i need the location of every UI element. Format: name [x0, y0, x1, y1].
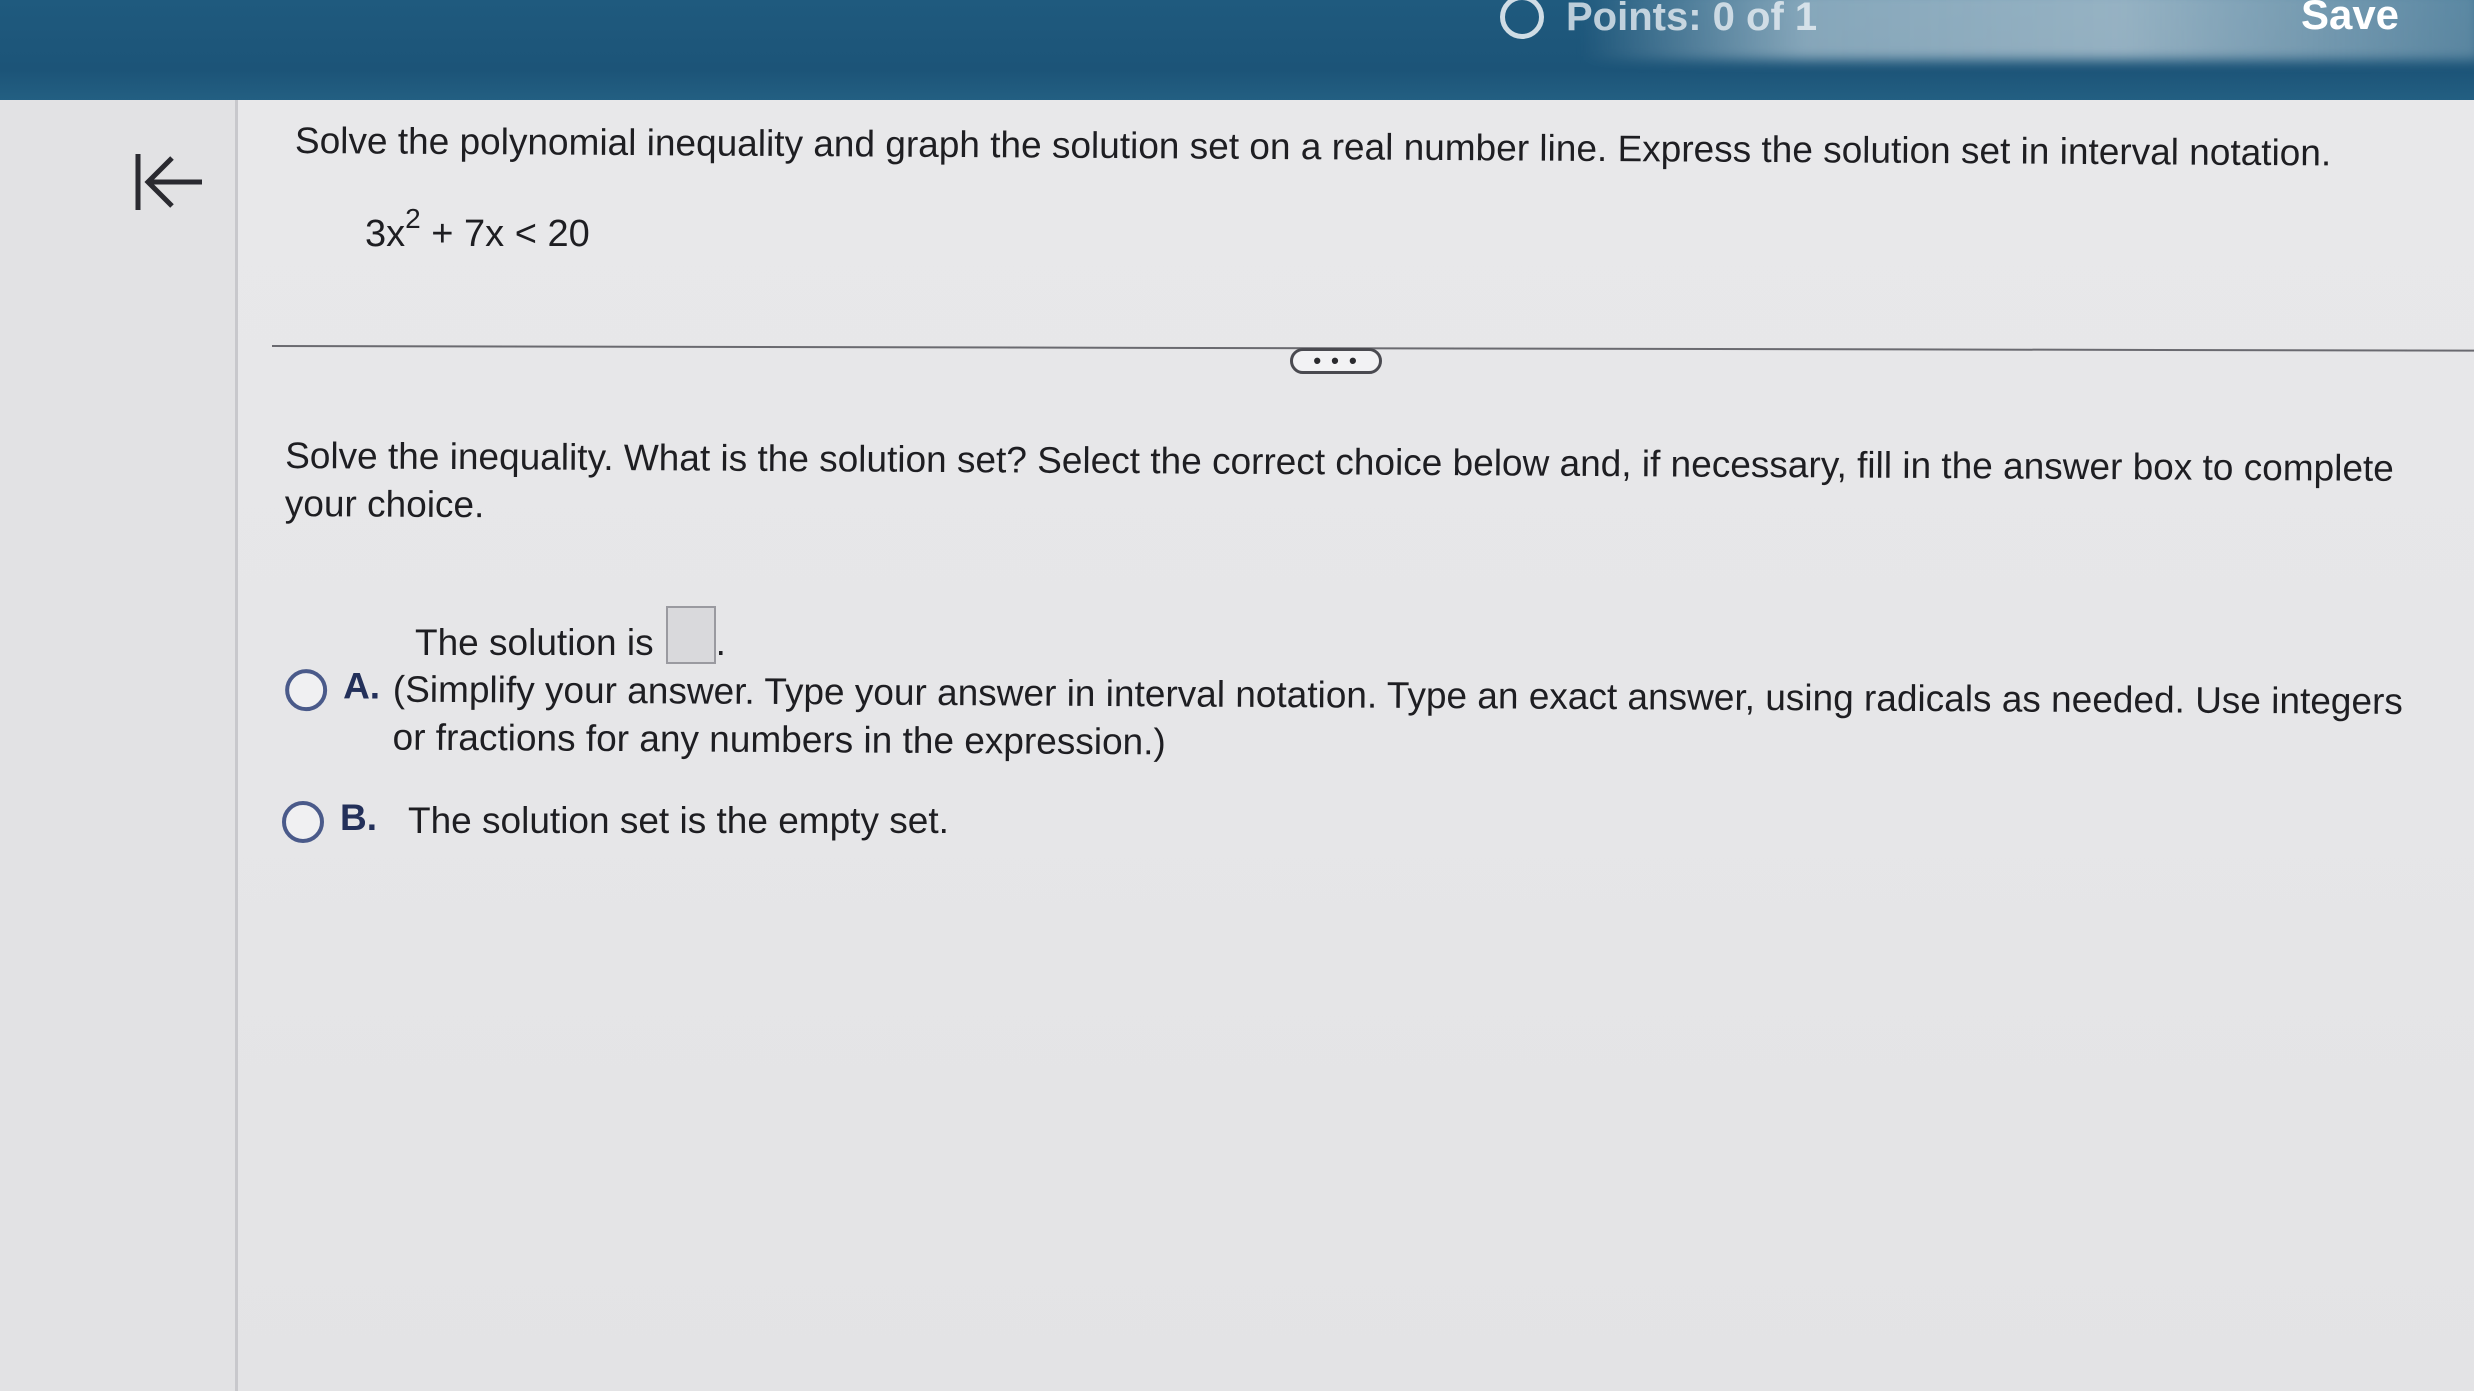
equation-exponent: 2 — [405, 203, 421, 234]
choice-a-letter: A. — [343, 665, 381, 707]
top-bar: Points: 0 of 1 Save — [0, 0, 2474, 100]
radio-button-b[interactable] — [282, 801, 324, 843]
answer-input-box[interactable] — [665, 606, 716, 664]
circle-ring-icon — [1500, 0, 1544, 39]
arrow-left-to-bar-icon[interactable] — [130, 150, 210, 214]
equation-rest: + 7x < 20 — [420, 213, 590, 255]
equation-term: 3x — [365, 213, 406, 255]
choice-a-hint: (Simplify your answer. Type your answer … — [392, 668, 2404, 763]
choice-a-solution-line: The solution is . — [415, 606, 726, 664]
left-rail — [0, 100, 238, 1391]
choice-b-text: The solution set is the empty set. — [408, 800, 949, 841]
solution-suffix: . — [715, 622, 726, 663]
radio-button-a[interactable] — [285, 669, 328, 712]
choice-b[interactable]: B. The solution set is the empty set. — [282, 797, 949, 845]
choice-b-letter: B. — [340, 797, 377, 838]
solution-prefix: The solution is — [415, 622, 654, 663]
more-button[interactable]: • • • — [1290, 348, 1382, 374]
question-prompt: Solve the inequality. What is the soluti… — [284, 435, 2394, 526]
points-label: Points: 0 of 1 — [1566, 0, 1818, 39]
points-indicator: Points: 0 of 1 — [1500, 0, 1817, 40]
choice-a[interactable]: A. (Simplify your answer. Type your answ… — [285, 665, 2436, 774]
problem-equation: 3x2 + 7x < 20 — [365, 205, 590, 256]
save-button[interactable]: Save — [2270, 0, 2430, 44]
